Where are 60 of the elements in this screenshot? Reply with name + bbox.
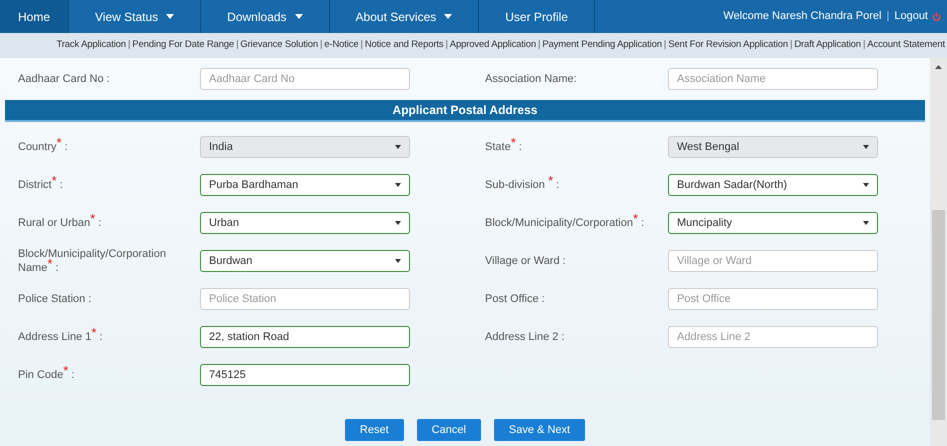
- caret-icon: [395, 259, 401, 263]
- dropdown-field[interactable]: Muncipality: [668, 212, 878, 234]
- sub-nav-link[interactable]: Draft Application: [794, 38, 861, 53]
- caret-icon: [863, 221, 869, 225]
- separator: |: [359, 38, 364, 52]
- field-label: Police Station :: [18, 292, 92, 306]
- input-field[interactable]: 22, station Road: [200, 326, 410, 348]
- separator: |: [886, 9, 890, 24]
- scroll-up-icon[interactable]: [935, 65, 942, 69]
- sub-nav-link[interactable]: e-Notice: [324, 38, 358, 53]
- scroll-thumb[interactable]: [932, 210, 945, 420]
- input-field[interactable]: Village or Ward: [668, 250, 878, 272]
- input-field[interactable]: Association Name: [668, 68, 878, 90]
- sub-nav-link[interactable]: Approved Application: [450, 38, 536, 53]
- dropdown-field[interactable]: Purba Bardhaman: [200, 174, 410, 196]
- field-label: Post Office :: [485, 292, 546, 306]
- form-button[interactable]: Reset: [344, 419, 404, 441]
- input-field[interactable]: Address Line 2: [668, 326, 878, 348]
- caret-icon: [395, 221, 401, 225]
- dropdown-field[interactable]: Burdwan: [200, 250, 410, 272]
- separator: |: [788, 38, 794, 52]
- dropdown-field[interactable]: Burdwan Sadar(North): [668, 174, 878, 196]
- separator: |: [318, 38, 324, 52]
- sub-nav-link[interactable]: Notice and Reports: [364, 38, 444, 53]
- separator: |: [662, 38, 668, 52]
- caret-icon: [395, 145, 401, 149]
- sub-nav-link[interactable]: Track Application: [56, 38, 126, 53]
- caret-icon: [863, 145, 869, 149]
- caret-icon: [294, 14, 303, 19]
- sub-nav-link[interactable]: Pending For Date Range: [132, 38, 234, 53]
- dropdown-field[interactable]: Urban: [200, 212, 410, 234]
- field-label: Aadhaar Card No :: [18, 72, 111, 86]
- form-button[interactable]: Save & Next: [494, 419, 586, 441]
- caret-icon: [395, 183, 401, 187]
- caret-icon: [166, 14, 174, 19]
- separator: |: [537, 38, 542, 52]
- sub-nav-link[interactable]: Payment Pending Application: [542, 38, 662, 53]
- nav-tab[interactable]: Home: [0, 0, 70, 33]
- welcome-text: Welcome Naresh Chandra Porel: [723, 9, 882, 24]
- caret-icon: [444, 14, 452, 19]
- field-label: Association Name:: [485, 72, 578, 86]
- caret-icon: [863, 183, 869, 187]
- input-field[interactable]: Police Station: [200, 288, 410, 310]
- section-title: Applicant Postal Address: [392, 102, 538, 119]
- logout-link[interactable]: Logout: [894, 8, 941, 25]
- field-label: Address Line 2 :: [485, 330, 566, 344]
- field-label: Village or Ward :: [485, 254, 567, 268]
- sub-nav-link[interactable]: Account Statement: [867, 38, 945, 53]
- separator: |: [862, 38, 866, 52]
- separator: |: [235, 38, 240, 52]
- separator: |: [126, 38, 132, 52]
- input-field[interactable]: Post Office: [668, 288, 878, 310]
- separator: |: [444, 38, 449, 52]
- sub-nav-link[interactable]: Sent For Revision Application: [668, 38, 788, 53]
- input-field[interactable]: 745125: [200, 364, 410, 386]
- input-field[interactable]: Aadhaar Card No: [200, 68, 410, 90]
- sub-nav-link[interactable]: Grievance Solution: [240, 38, 318, 53]
- form-button[interactable]: Cancel: [416, 419, 481, 441]
- power-icon: [932, 12, 941, 21]
- scrollbar[interactable]: [930, 58, 947, 446]
